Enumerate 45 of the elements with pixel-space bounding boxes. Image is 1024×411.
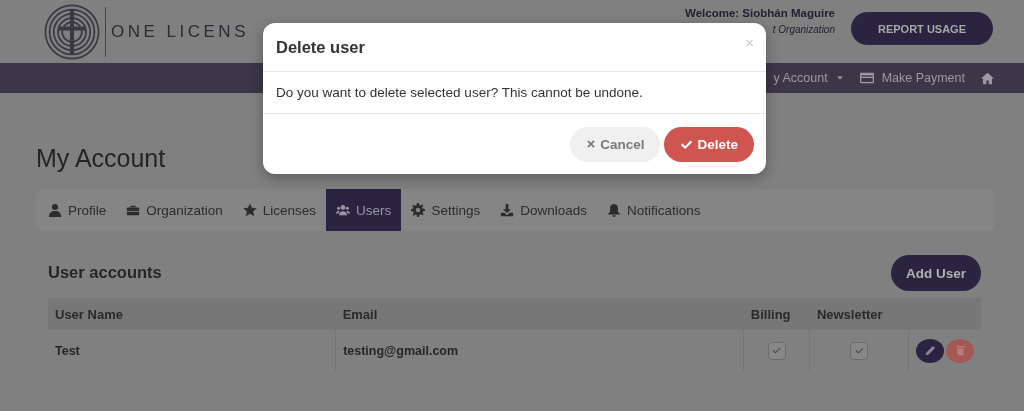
cancel-button[interactable]: Cancel (570, 126, 661, 162)
tab[interactable]: Downloads (490, 189, 597, 231)
check-icon (854, 346, 864, 355)
table-cell: testing@gmail.com (335, 330, 744, 371)
pencil-icon (924, 345, 936, 356)
caret-icon (835, 74, 844, 82)
dialog-message: Do you want to delete selected user? This cannot be undone. (276, 85, 643, 100)
tab[interactable]: Notifications (596, 189, 711, 231)
bell-icon (606, 203, 621, 217)
page-title: My Account (36, 143, 166, 174)
column-header: User Name (48, 298, 336, 330)
trash-icon (954, 345, 966, 356)
home-icon[interactable] (981, 71, 994, 85)
star-icon (242, 203, 257, 217)
tab[interactable]: Licenses (232, 189, 327, 231)
report-usage-button[interactable]: REPORT USAGE (851, 12, 993, 45)
card-icon (859, 71, 874, 85)
gear-icon (411, 203, 426, 217)
make-payment-link[interactable]: Make Payment (859, 71, 965, 85)
tab[interactable]: Organization (116, 189, 233, 231)
table-cell: Test (48, 330, 336, 371)
organization-name: t Organization (772, 23, 835, 37)
welcome-text: Welcome: Siobhán Maguire (685, 7, 835, 20)
dialog-title: Delete user (276, 37, 365, 57)
logo-icon (44, 3, 100, 60)
check-icon (772, 346, 782, 355)
close-icon (586, 139, 597, 149)
delete-button[interactable]: Delete (664, 126, 754, 162)
users-icon (336, 203, 351, 217)
tab[interactable]: Users (326, 189, 402, 231)
column-header: Billing (743, 298, 810, 330)
logo-text: ONE LICENS (111, 21, 249, 42)
section-heading: User accounts (48, 263, 162, 282)
add-user-button[interactable]: Add User (891, 255, 981, 291)
checkbox[interactable] (850, 341, 869, 360)
account-menu[interactable]: y Account (773, 71, 844, 85)
briefcase-icon (126, 203, 141, 217)
tab[interactable]: Profile (38, 189, 117, 231)
column-header: Newsletter (809, 298, 909, 330)
user-icon (48, 203, 62, 217)
tab[interactable]: Settings (401, 189, 491, 231)
download-icon (500, 203, 515, 217)
checkbox[interactable] (767, 341, 786, 360)
column-header: Email (335, 298, 744, 330)
edit-button[interactable] (916, 338, 944, 363)
